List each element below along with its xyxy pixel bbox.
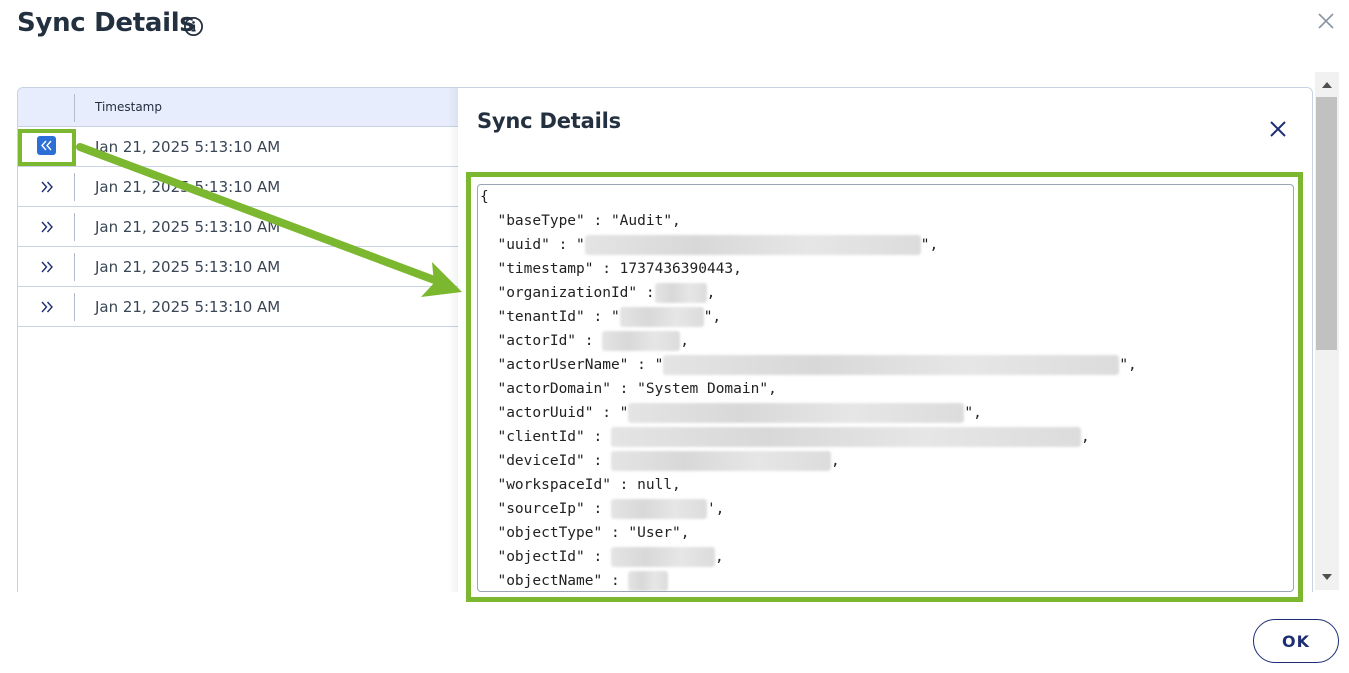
column-divider[interactable] — [74, 94, 75, 122]
table-row[interactable]: Jan 21, 2025 5:13:10 AM — [18, 207, 466, 247]
dialog-title: Sync Details — [17, 8, 195, 38]
scroll-up-icon[interactable] — [1321, 80, 1333, 90]
column-divider — [74, 173, 75, 201]
scrollbar-thumb[interactable] — [1316, 97, 1337, 350]
expand-button[interactable] — [28, 257, 66, 277]
timestamp-cell: Jan 21, 2025 5:13:10 AM — [95, 298, 281, 316]
table-row[interactable]: Jan 21, 2025 5:13:10 AM — [18, 167, 466, 207]
timestamp-cell: Jan 21, 2025 5:13:10 AM — [95, 178, 281, 196]
info-icon[interactable] — [183, 16, 204, 37]
timestamp-cell: Jan 21, 2025 5:13:10 AM — [95, 258, 281, 276]
column-header-timestamp[interactable]: Timestamp — [95, 100, 162, 114]
table-header: Timestamp — [18, 88, 466, 127]
sync-table: Timestamp Jan 21, 2025 5:13:10 AM Jan 21,… — [17, 87, 467, 592]
scroll-down-icon[interactable] — [1321, 572, 1333, 582]
column-divider — [74, 253, 75, 281]
close-icon[interactable] — [1316, 11, 1336, 31]
ok-button[interactable]: OK — [1253, 619, 1339, 663]
expand-button[interactable] — [28, 177, 66, 197]
table-row[interactable]: Jan 21, 2025 5:13:10 AM — [18, 127, 466, 167]
expand-button[interactable] — [28, 297, 66, 317]
expand-button[interactable] — [28, 217, 66, 237]
close-icon[interactable] — [1268, 119, 1288, 139]
timestamp-cell: Jan 21, 2025 5:13:10 AM — [95, 218, 281, 236]
chevron-double-right-icon — [41, 261, 53, 273]
highlight-box-json — [466, 172, 1303, 602]
chevron-double-right-icon — [41, 301, 53, 313]
table-row[interactable]: Jan 21, 2025 5:13:10 AM — [18, 247, 466, 287]
column-divider — [74, 293, 75, 321]
highlight-box-expand — [18, 129, 76, 166]
table-row[interactable]: Jan 21, 2025 5:13:10 AM — [18, 287, 466, 327]
chevron-double-right-icon — [41, 221, 53, 233]
chevron-double-right-icon — [41, 181, 53, 193]
detail-panel-title: Sync Details — [477, 109, 621, 133]
timestamp-cell: Jan 21, 2025 5:13:10 AM — [95, 138, 281, 156]
column-divider — [74, 213, 75, 241]
